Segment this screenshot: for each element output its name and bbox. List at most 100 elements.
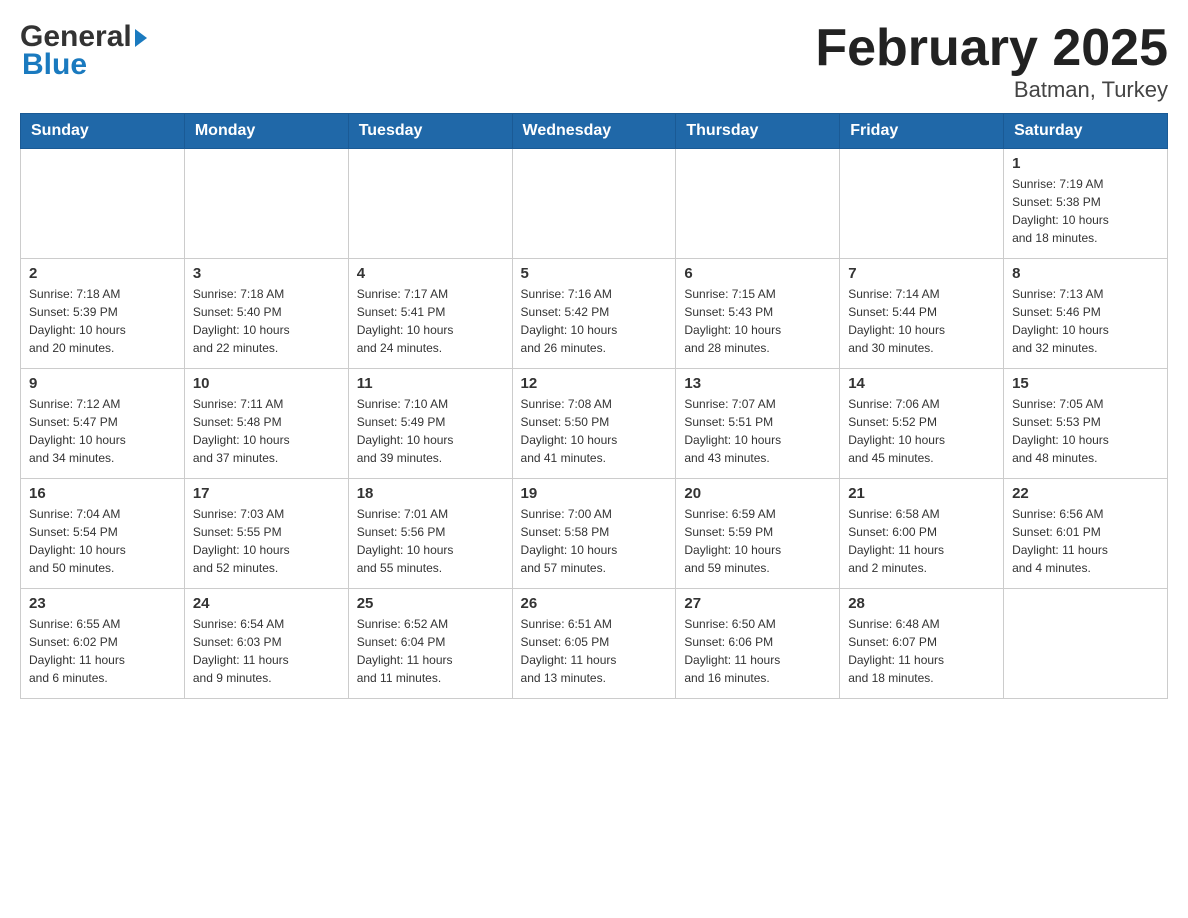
day-number: 24 xyxy=(193,595,340,612)
table-row xyxy=(840,149,1004,259)
table-row xyxy=(1004,589,1168,699)
calendar-table: Sunday Monday Tuesday Wednesday Thursday… xyxy=(20,113,1168,699)
day-number: 6 xyxy=(684,265,831,282)
day-number: 23 xyxy=(29,595,176,612)
table-row: 19 Sunrise: 7:00 AMSunset: 5:58 PMDayligh… xyxy=(512,479,676,589)
calendar-subtitle: Batman, Turkey xyxy=(815,77,1168,103)
day-number: 17 xyxy=(193,485,340,502)
day-info: Sunrise: 7:10 AMSunset: 5:49 PMDaylight:… xyxy=(357,395,504,467)
table-row: 28 Sunrise: 6:48 AMSunset: 6:07 PMDayligh… xyxy=(840,589,1004,699)
header-monday: Monday xyxy=(184,114,348,149)
table-row: 13 Sunrise: 7:07 AMSunset: 5:51 PMDayligh… xyxy=(676,369,840,479)
header-wednesday: Wednesday xyxy=(512,114,676,149)
day-number: 11 xyxy=(357,375,504,392)
table-row: 22 Sunrise: 6:56 AMSunset: 6:01 PMDayligh… xyxy=(1004,479,1168,589)
day-info: Sunrise: 6:54 AMSunset: 6:03 PMDaylight:… xyxy=(193,615,340,687)
day-number: 9 xyxy=(29,375,176,392)
calendar-week-row: 16 Sunrise: 7:04 AMSunset: 5:54 PMDayligh… xyxy=(21,479,1168,589)
day-number: 12 xyxy=(521,375,668,392)
day-number: 18 xyxy=(357,485,504,502)
table-row xyxy=(676,149,840,259)
day-info: Sunrise: 7:06 AMSunset: 5:52 PMDaylight:… xyxy=(848,395,995,467)
table-row: 8 Sunrise: 7:13 AMSunset: 5:46 PMDaylight… xyxy=(1004,259,1168,369)
calendar-header-row: Sunday Monday Tuesday Wednesday Thursday… xyxy=(21,114,1168,149)
table-row: 16 Sunrise: 7:04 AMSunset: 5:54 PMDayligh… xyxy=(21,479,185,589)
day-info: Sunrise: 6:58 AMSunset: 6:00 PMDaylight:… xyxy=(848,505,995,577)
logo-blue-text: Blue xyxy=(20,48,147,82)
day-info: Sunrise: 6:50 AMSunset: 6:06 PMDaylight:… xyxy=(684,615,831,687)
table-row: 9 Sunrise: 7:12 AMSunset: 5:47 PMDaylight… xyxy=(21,369,185,479)
day-info: Sunrise: 7:15 AMSunset: 5:43 PMDaylight:… xyxy=(684,285,831,357)
table-row xyxy=(348,149,512,259)
day-number: 2 xyxy=(29,265,176,282)
table-row xyxy=(184,149,348,259)
day-info: Sunrise: 7:11 AMSunset: 5:48 PMDaylight:… xyxy=(193,395,340,467)
day-number: 4 xyxy=(357,265,504,282)
day-number: 22 xyxy=(1012,485,1159,502)
day-number: 8 xyxy=(1012,265,1159,282)
table-row xyxy=(21,149,185,259)
day-number: 13 xyxy=(684,375,831,392)
table-row: 7 Sunrise: 7:14 AMSunset: 5:44 PMDaylight… xyxy=(840,259,1004,369)
day-number: 1 xyxy=(1012,155,1159,172)
table-row: 25 Sunrise: 6:52 AMSunset: 6:04 PMDayligh… xyxy=(348,589,512,699)
calendar-title: February 2025 xyxy=(815,20,1168,77)
calendar-week-row: 2 Sunrise: 7:18 AMSunset: 5:39 PMDaylight… xyxy=(21,259,1168,369)
table-row xyxy=(512,149,676,259)
calendar-week-row: 9 Sunrise: 7:12 AMSunset: 5:47 PMDaylight… xyxy=(21,369,1168,479)
table-row: 14 Sunrise: 7:06 AMSunset: 5:52 PMDayligh… xyxy=(840,369,1004,479)
day-info: Sunrise: 7:00 AMSunset: 5:58 PMDaylight:… xyxy=(521,505,668,577)
day-number: 10 xyxy=(193,375,340,392)
day-number: 26 xyxy=(521,595,668,612)
header-tuesday: Tuesday xyxy=(348,114,512,149)
table-row: 18Sunrise: 7:01 AMSunset: 5:56 PMDayligh… xyxy=(348,479,512,589)
day-info: Sunrise: 7:04 AMSunset: 5:54 PMDaylight:… xyxy=(29,505,176,577)
day-info: Sunrise: 6:56 AMSunset: 6:01 PMDaylight:… xyxy=(1012,505,1159,577)
day-number: 27 xyxy=(684,595,831,612)
day-info: Sunrise: 7:05 AMSunset: 5:53 PMDaylight:… xyxy=(1012,395,1159,467)
day-number: 7 xyxy=(848,265,995,282)
logo: General Blue xyxy=(20,20,147,82)
table-row: 27 Sunrise: 6:50 AMSunset: 6:06 PMDayligh… xyxy=(676,589,840,699)
day-number: 21 xyxy=(848,485,995,502)
table-row: 4 Sunrise: 7:17 AMSunset: 5:41 PMDaylight… xyxy=(348,259,512,369)
header-saturday: Saturday xyxy=(1004,114,1168,149)
calendar-week-row: 23 Sunrise: 6:55 AMSunset: 6:02 PMDayligh… xyxy=(21,589,1168,699)
day-info: Sunrise: 7:08 AMSunset: 5:50 PMDaylight:… xyxy=(521,395,668,467)
title-block: February 2025 Batman, Turkey xyxy=(815,20,1168,103)
day-info: Sunrise: 6:52 AMSunset: 6:04 PMDaylight:… xyxy=(357,615,504,687)
day-info: Sunrise: 7:07 AMSunset: 5:51 PMDaylight:… xyxy=(684,395,831,467)
day-number: 20 xyxy=(684,485,831,502)
day-number: 15 xyxy=(1012,375,1159,392)
table-row: 26Sunrise: 6:51 AMSunset: 6:05 PMDayligh… xyxy=(512,589,676,699)
calendar-week-row: 1Sunrise: 7:19 AMSunset: 5:38 PMDaylight… xyxy=(21,149,1168,259)
table-row: 3Sunrise: 7:18 AMSunset: 5:40 PMDaylight… xyxy=(184,259,348,369)
day-info: Sunrise: 7:13 AMSunset: 5:46 PMDaylight:… xyxy=(1012,285,1159,357)
table-row: 6 Sunrise: 7:15 AMSunset: 5:43 PMDaylight… xyxy=(676,259,840,369)
day-number: 25 xyxy=(357,595,504,612)
day-info: Sunrise: 6:55 AMSunset: 6:02 PMDaylight:… xyxy=(29,615,176,687)
header-friday: Friday xyxy=(840,114,1004,149)
day-number: 28 xyxy=(848,595,995,612)
table-row: 5 Sunrise: 7:16 AMSunset: 5:42 PMDaylight… xyxy=(512,259,676,369)
table-row: 1Sunrise: 7:19 AMSunset: 5:38 PMDaylight… xyxy=(1004,149,1168,259)
day-info: Sunrise: 6:48 AMSunset: 6:07 PMDaylight:… xyxy=(848,615,995,687)
logo-arrow-icon xyxy=(135,29,147,47)
day-info: Sunrise: 7:17 AMSunset: 5:41 PMDaylight:… xyxy=(357,285,504,357)
day-info: Sunrise: 7:03 AMSunset: 5:55 PMDaylight:… xyxy=(193,505,340,577)
day-info: Sunrise: 7:16 AMSunset: 5:42 PMDaylight:… xyxy=(521,285,668,357)
day-number: 16 xyxy=(29,485,176,502)
day-number: 5 xyxy=(521,265,668,282)
table-row: 10 Sunrise: 7:11 AMSunset: 5:48 PMDayligh… xyxy=(184,369,348,479)
table-row: 17 Sunrise: 7:03 AMSunset: 5:55 PMDayligh… xyxy=(184,479,348,589)
page-header: General Blue February 2025 Batman, Turke… xyxy=(20,20,1168,103)
day-number: 19 xyxy=(521,485,668,502)
table-row: 21 Sunrise: 6:58 AMSunset: 6:00 PMDayligh… xyxy=(840,479,1004,589)
day-info: Sunrise: 7:14 AMSunset: 5:44 PMDaylight:… xyxy=(848,285,995,357)
table-row: 23 Sunrise: 6:55 AMSunset: 6:02 PMDayligh… xyxy=(21,589,185,699)
table-row: 11 Sunrise: 7:10 AMSunset: 5:49 PMDayligh… xyxy=(348,369,512,479)
day-number: 14 xyxy=(848,375,995,392)
day-info: Sunrise: 7:12 AMSunset: 5:47 PMDaylight:… xyxy=(29,395,176,467)
table-row: 15 Sunrise: 7:05 AMSunset: 5:53 PMDayligh… xyxy=(1004,369,1168,479)
day-info: Sunrise: 7:18 AMSunset: 5:39 PMDaylight:… xyxy=(29,285,176,357)
